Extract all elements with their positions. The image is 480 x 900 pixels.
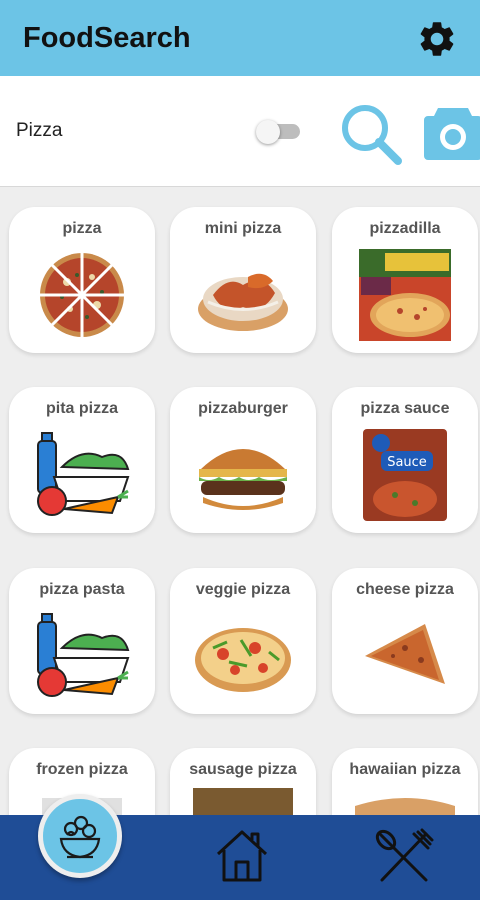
result-card[interactable]: pizzadilla [332,207,478,353]
salad-button[interactable] [38,794,122,878]
card-label: pizza pasta [39,581,125,598]
toggle-switch[interactable] [256,120,302,144]
toggle-thumb [256,120,280,144]
gear-icon[interactable] [416,18,458,60]
pizza-slice-image [365,624,445,684]
app-title: FoodSearch [23,22,191,54]
pizzadilla-box-image [359,249,451,341]
generic-food-icon [37,432,130,516]
search-icon[interactable] [338,101,404,167]
result-card[interactable]: sausage pizza [170,748,316,818]
result-card[interactable]: veggie pizza [170,568,316,714]
generic-food-icon [37,613,130,697]
card-label: pizzadilla [369,220,441,237]
card-label: pita pizza [45,400,118,417]
result-card[interactable]: pizza sauce Sauce [332,387,478,533]
search-bar: Pizza [0,76,480,187]
salad-icon [59,815,101,859]
result-card[interactable]: pizza pasta [9,568,155,714]
card-label: frozen pizza [36,761,128,778]
veggie-pizza-image [195,628,291,692]
camera-icon[interactable] [424,100,480,162]
card-label: pizza sauce [360,400,450,417]
result-card[interactable]: pita pizza [9,387,155,533]
hawaiian-pizza-image [355,798,455,816]
result-card[interactable]: hawaiian pizza [332,748,478,818]
result-card[interactable]: pizzaburger [170,387,316,533]
card-label: veggie pizza [195,581,291,598]
result-card[interactable]: mini pizza [170,207,316,353]
utensils-icon[interactable] [372,828,434,886]
card-label: pizza [62,220,102,237]
pizza-slices-image [40,253,124,337]
search-input[interactable]: Pizza [16,120,62,142]
mini-pizza-image [198,273,288,331]
card-label: cheese pizza [356,581,454,598]
card-label: hawaiian pizza [349,761,461,778]
card-label: pizzaburger [198,400,288,417]
result-card[interactable]: pizza [9,207,155,353]
app-bar: FoodSearch [0,0,480,76]
svg-text:Sauce: Sauce [387,455,427,470]
sauce-packet-image: Sauce [363,429,447,521]
sausage-pizza-image [193,788,293,818]
result-card[interactable]: cheese pizza [332,568,478,714]
results-grid: pizza mini pizza pizzadilla pita pizza p… [0,188,480,818]
card-label: sausage pizza [189,761,297,778]
burger-image [199,449,287,510]
card-label: mini pizza [204,220,282,237]
home-icon[interactable] [214,828,270,884]
